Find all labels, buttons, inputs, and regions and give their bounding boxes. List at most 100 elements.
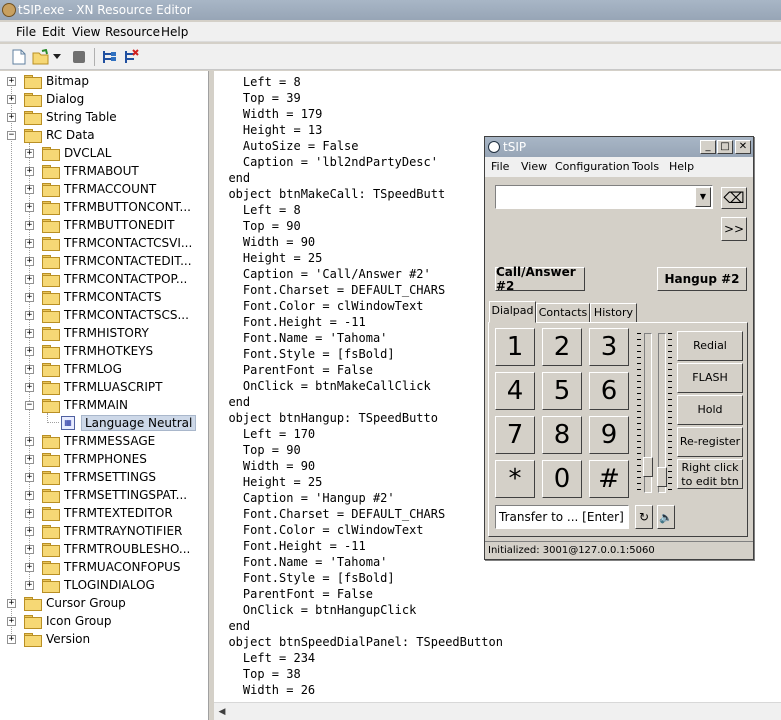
expand-icon[interactable]: + [25,256,34,266]
dialpad-key-2[interactable]: 2 [542,328,582,366]
expand-icon[interactable]: + [25,382,34,392]
tree-item-tfrmcontactscs[interactable]: + TFRMCONTACTSCS... [25,306,189,324]
menu-resource[interactable]: Resource [105,25,160,39]
tree-item-dialog[interactable]: + Dialog [7,90,84,108]
new-file-icon[interactable] [10,48,28,66]
collapse-icon[interactable]: − [25,400,34,410]
stop-icon[interactable] [70,48,88,66]
chevron-down-icon[interactable]: ▼ [695,187,711,207]
tree-item-string-table[interactable]: + String Table [7,108,117,126]
tree-item-icon-group[interactable]: + Icon Group [7,612,111,630]
tab-history[interactable]: History [590,303,637,323]
tree-item-version[interactable]: + Version [7,630,90,648]
tsip-menu-help[interactable]: Help [669,160,694,173]
menu-file[interactable]: File [16,25,36,39]
expand-icon[interactable]: + [25,202,34,212]
expand-icon[interactable]: + [25,166,34,176]
tree-item-tfrmsettingspat[interactable]: + TFRMSETTINGSPAT... [25,486,187,504]
tree-item-tfrmtroublesho[interactable]: + TFRMTROUBLESHO... [25,540,190,558]
expand-icon[interactable]: + [7,94,16,104]
tree-item-tfrmlog[interactable]: + TFRMLOG [25,360,122,378]
tree-item-tfrmaccount[interactable]: + TFRMACCOUNT [25,180,156,198]
menu-help[interactable]: Help [161,25,188,39]
reconnect-button[interactable]: ↻ [635,505,653,529]
dialpad-key-9[interactable]: 9 [589,416,629,454]
hangup-button[interactable]: Hangup #2 [657,267,747,291]
speaker-button[interactable]: 🔈 [657,505,675,529]
tree-item-tfrmphones[interactable]: + TFRMPHONES [25,450,147,468]
reregister-button[interactable]: Re-register [677,427,743,457]
tree-item-tfrmhotkeys[interactable]: + TFRMHOTKEYS [25,342,153,360]
tree-item-cursor-group[interactable]: + Cursor Group [7,594,126,612]
menu-edit[interactable]: Edit [42,25,65,39]
mic-volume-thumb[interactable] [657,467,667,487]
call-answer-button[interactable]: Call/Answer #2 [495,265,585,293]
dialpad-key-4[interactable]: 4 [495,372,535,410]
hold-button[interactable]: Hold [677,395,743,425]
dialpad-key-star[interactable]: * [495,460,535,498]
expand-icon[interactable]: + [25,544,34,554]
dialpad-key-3[interactable]: 3 [589,328,629,366]
tree-item-tfrmmain[interactable]: − TFRMMAIN [25,396,128,414]
dialpad-key-1[interactable]: 1 [495,328,535,366]
tree-item-tfrmluascript[interactable]: + TFRMLUASCRIPT [25,378,162,396]
forward-button[interactable]: >> [721,217,747,241]
expand-icon[interactable]: + [25,364,34,374]
tree-item-tfrmabout[interactable]: + TFRMABOUT [25,162,139,180]
tree-item-tfrmbuttonedit[interactable]: + TFRMBUTTONEDIT [25,216,175,234]
expand-icon[interactable]: + [25,490,34,500]
expand-icon[interactable]: + [25,310,34,320]
expand-icon[interactable]: + [7,112,16,122]
collapse-icon[interactable]: − [7,130,16,140]
expand-icon[interactable]: + [25,328,34,338]
number-input[interactable]: ▼ [495,185,713,209]
add-resource-icon[interactable] [100,48,118,66]
expand-icon[interactable]: + [25,508,34,518]
tsip-menu-view[interactable]: View [521,160,547,173]
expand-icon[interactable]: + [25,436,34,446]
redial-button[interactable]: Redial [677,331,743,361]
dialpad-key-7[interactable]: 7 [495,416,535,454]
tree-item-tfrmcontactcsvi[interactable]: + TFRMCONTACTCSVI... [25,234,192,252]
dialpad-key-hash[interactable]: # [589,460,629,498]
tree-item-tfrmbuttoncont[interactable]: + TFRMBUTTONCONT... [25,198,191,216]
tree-item-tfrmmessage[interactable]: + TFRMMESSAGE [25,432,155,450]
tree-item-tfrmcontactpop[interactable]: + TFRMCONTACTPOP... [25,270,187,288]
dropdown-arrow-icon[interactable] [52,48,62,66]
horizontal-scrollbar[interactable]: ◀ [214,702,781,720]
tsip-menu-tools[interactable]: Tools [632,160,659,173]
menu-view[interactable]: View [72,25,100,39]
tree-item-tfrmcontactedit[interactable]: + TFRMCONTACTEDIT... [25,252,192,270]
backspace-button[interactable]: ⌫ [721,187,747,209]
tsip-menu-file[interactable]: File [491,160,509,173]
tree-item-tfrmtraynotifier[interactable]: + TFRMTRAYNOTIFIER [25,522,182,540]
tree-item-tlogindialog[interactable]: + TLOGINDIALOG [25,576,155,594]
dialpad-key-6[interactable]: 6 [589,372,629,410]
expand-icon[interactable]: + [25,562,34,572]
expand-icon[interactable]: + [25,148,34,158]
speaker-volume-thumb[interactable] [643,457,653,477]
tsip-menu-configuration[interactable]: Configuration [555,160,630,173]
expand-icon[interactable]: + [25,580,34,590]
scroll-left-icon[interactable]: ◀ [216,706,228,718]
minimize-icon[interactable]: _ [700,140,716,154]
expand-icon[interactable]: + [7,598,16,608]
tree-item-tfrmhistory[interactable]: + TFRMHISTORY [25,324,149,342]
tree-item-dvclal[interactable]: + DVCLAL [25,144,111,162]
expand-icon[interactable]: + [25,472,34,482]
expand-icon[interactable]: + [25,292,34,302]
close-icon[interactable]: ✕ [735,140,751,154]
resource-tree[interactable]: + Bitmap + Dialog + String Table − RC Data +… [0,71,209,720]
tab-dialpad[interactable]: Dialpad [489,301,536,323]
tree-item-tfrmtexteditor[interactable]: + TFRMTEXTEDITOR [25,504,173,522]
dialpad-key-5[interactable]: 5 [542,372,582,410]
expand-icon[interactable]: + [25,274,34,284]
expand-icon[interactable]: + [25,184,34,194]
expand-icon[interactable]: + [7,616,16,626]
expand-icon[interactable]: + [25,238,34,248]
tree-item-tfrmsettings[interactable]: + TFRMSETTINGS [25,468,156,486]
tab-contacts[interactable]: Contacts [536,303,590,323]
expand-icon[interactable]: + [25,526,34,536]
dialpad-key-8[interactable]: 8 [542,416,582,454]
tree-item-tfrmcontacts[interactable]: + TFRMCONTACTS [25,288,161,306]
